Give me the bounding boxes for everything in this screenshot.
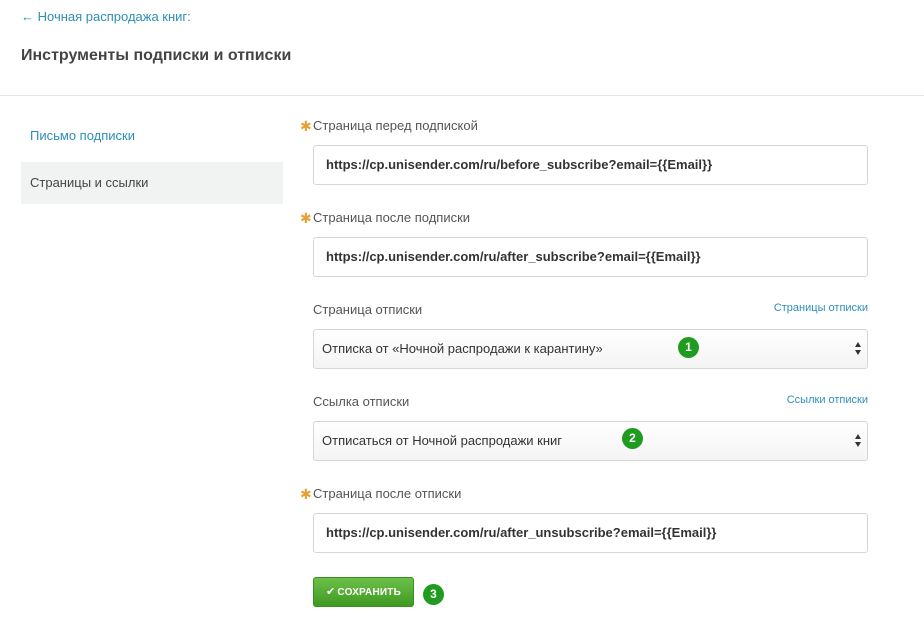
select-arrows-icon: [855, 434, 862, 448]
unsubscribe-link-label: Ссылка отписки: [313, 394, 410, 409]
step-badge-2: 2: [622, 428, 643, 449]
sidebar-item-subscribe-letter[interactable]: Письмо подписки: [21, 115, 283, 157]
after-unsubscribe-field: ✱ Страница после отписки https://cp.unis…: [300, 486, 868, 553]
unsubscribe-links-link[interactable]: Ссылки отписки: [787, 394, 868, 406]
sidebar: Письмо подписки Страницы и ссылки: [21, 115, 283, 204]
unsubscribe-link-field: Ссылка отписки Ссылки отписки Отписаться…: [300, 394, 868, 461]
save-button[interactable]: ✔ СОХРАНИТЬ: [313, 577, 414, 607]
unsubscribe-page-label: Страница отписки: [313, 302, 423, 317]
unsubscribe-page-selected: Отписка от «Ночной распродажи к карантин…: [322, 341, 603, 356]
after-unsubscribe-input[interactable]: https://cp.unisender.com/ru/after_unsubs…: [313, 513, 868, 553]
after-subscribe-field: ✱ Страница после подписки https://cp.uni…: [300, 210, 868, 277]
sidebar-item-pages-and-links[interactable]: Страницы и ссылки: [21, 162, 283, 204]
after-unsubscribe-label: Страница после отписки: [313, 486, 462, 501]
unsubscribe-link-select[interactable]: Отписаться от Ночной распродажи книг: [313, 421, 868, 461]
save-button-label: СОХРАНИТЬ: [337, 587, 401, 598]
page-title: Инструменты подписки и отписки: [21, 47, 292, 64]
select-arrows-icon: [855, 342, 862, 356]
unsubscribe-pages-link[interactable]: Страницы отписки: [774, 302, 868, 314]
unsubscribe-link-selected: Отписаться от Ночной распродажи книг: [322, 433, 563, 448]
unsubscribe-page-field: Страница отписки Страницы отписки Отписк…: [300, 302, 868, 369]
after-subscribe-label: Страница после подписки: [313, 210, 471, 225]
after-subscribe-input[interactable]: https://cp.unisender.com/ru/after_subscr…: [313, 237, 868, 277]
before-subscribe-input[interactable]: https://cp.unisender.com/ru/before_subsc…: [313, 145, 868, 185]
checkmark-icon: ✔: [326, 586, 336, 598]
before-subscribe-label: Страница перед подпиской: [313, 118, 478, 133]
step-badge-3: 3: [423, 584, 444, 605]
header-divider: [0, 95, 924, 96]
unsubscribe-page-select[interactable]: Отписка от «Ночной распродажи к карантин…: [313, 329, 868, 369]
required-icon: ✱: [300, 486, 312, 502]
back-link[interactable]: ← Ночная распродажа книг:: [21, 9, 191, 24]
required-icon: ✱: [300, 210, 312, 226]
required-icon: ✱: [300, 118, 312, 134]
step-badge-1: 1: [678, 337, 699, 358]
before-subscribe-field: ✱ Страница перед подпиской https://cp.un…: [300, 118, 868, 185]
